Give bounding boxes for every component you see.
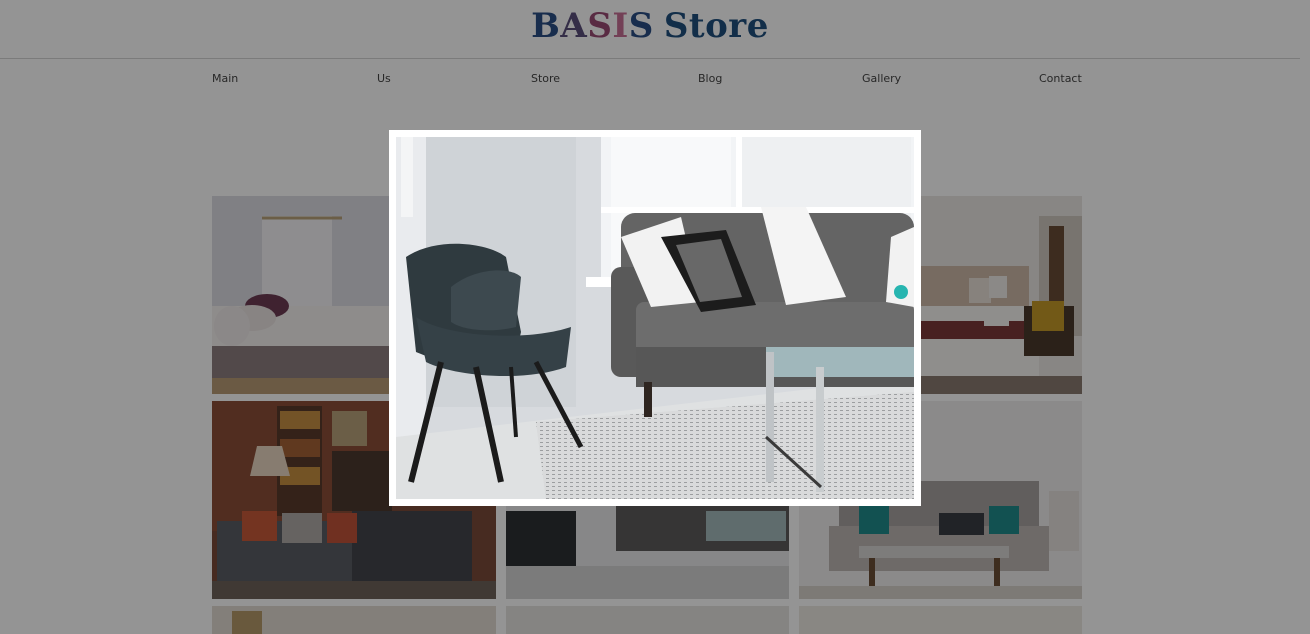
sofa-chair-photo [396,137,914,499]
page: BASIS Store Main Us Store Blog Gallery Co… [0,0,1310,634]
lightbox[interactable] [389,130,921,506]
lightbox-image [396,137,914,499]
